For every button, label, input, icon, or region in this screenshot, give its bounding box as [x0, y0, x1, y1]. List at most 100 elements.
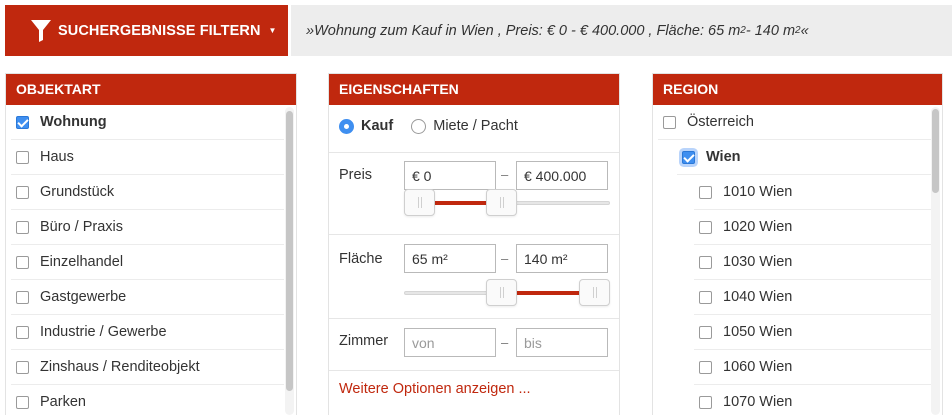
checkbox[interactable] [16, 150, 29, 164]
region-item-label: 1010 Wien [723, 184, 793, 200]
flaeche-slider-max-handle[interactable] [579, 279, 610, 306]
filter-toolbar: SUCHERGEBNISSE FILTERN ▼ »Wohnung zum Ka… [0, 0, 952, 61]
flaeche-section: Fläche 65 m² – 140 m² [329, 234, 619, 310]
checkbox[interactable] [682, 150, 695, 164]
zimmer-min-input[interactable]: von [404, 328, 496, 357]
objektart-panel: OBJEKTART Parken Zinshaus / Renditeobjekt… [5, 73, 297, 415]
region-item-1070-wien[interactable]: 1070 Wien [694, 385, 931, 415]
checkbox[interactable] [699, 360, 712, 374]
objektart-item-wohnung[interactable]: Wohnung [11, 105, 284, 140]
preis-label: Preis [339, 167, 373, 183]
checkbox[interactable] [16, 185, 29, 199]
objektart-item-label: Einzelhandel [40, 254, 124, 270]
filter-results-button[interactable]: SUCHERGEBNISSE FILTERN ▼ [5, 5, 288, 56]
summary-text-start: »Wohnung zum Kauf in Wien , Preis: € 0 -… [306, 22, 741, 39]
checkbox[interactable] [16, 290, 29, 304]
more-options-section: Weitere Optionen anzeigen ... [329, 370, 619, 415]
objektart-item-parken[interactable]: Parken [11, 385, 284, 415]
objektart-item-label: Industrie / Gewerbe [40, 324, 167, 340]
checkbox[interactable] [16, 220, 29, 234]
checkbox[interactable] [699, 395, 712, 409]
region-item-label: 1020 Wien [723, 219, 793, 235]
checkbox[interactable] [699, 255, 712, 269]
preis-max-input[interactable]: € 400.000 [516, 161, 608, 190]
objektart-item-grundstuck[interactable]: Grundstück [11, 175, 284, 210]
objektart-list: Parken Zinshaus / Renditeobjekt Industrie … [6, 105, 296, 415]
preis-slider-min-handle[interactable] [404, 189, 435, 216]
objektart-item-label: Grundstück [40, 184, 115, 200]
objektart-item-industrie-gewerbe[interactable]: Industrie / Gewerbe [11, 315, 284, 350]
checkbox[interactable] [699, 325, 712, 339]
region-item-label: 1050 Wien [723, 324, 793, 340]
flaeche-min-input[interactable]: 65 m² [404, 244, 496, 273]
radio-miete-label[interactable]: Miete / Pacht [433, 118, 518, 134]
caret-down-icon: ▼ [268, 26, 277, 35]
search-summary: »Wohnung zum Kauf in Wien , Preis: € 0 -… [291, 5, 952, 56]
more-options-link[interactable]: Weitere Optionen anzeigen ... [339, 381, 531, 397]
eigenschaften-body: Kauf Miete / Pacht Preis € 0 – € 400.000… [329, 74, 619, 415]
zimmer-section: Zimmer von – bis [329, 318, 619, 366]
objektart-item-einzelhandel[interactable]: Einzelhandel [11, 245, 284, 280]
region-panel: REGION 1070 Wien 1060 Wien 1050 Wien 1040 W… [652, 73, 943, 415]
radio-kauf[interactable] [339, 118, 354, 134]
region-scrollbar[interactable] [931, 107, 940, 415]
objektart-item-zinshaus-renditeobjekt[interactable]: Zinshaus / Renditeobjekt [11, 350, 284, 385]
objektart-item-label: Haus [40, 149, 74, 165]
objektart-scrollbar[interactable] [285, 107, 294, 415]
region-item-label: Wien [706, 149, 741, 165]
region-item-label: 1030 Wien [723, 254, 793, 270]
summary-text-mid: - 140 m [745, 22, 796, 39]
flaeche-label: Fläche [339, 251, 383, 267]
objektart-item-label: Parken [40, 394, 86, 410]
offer-type-radio-group: Kauf Miete / Pacht [339, 116, 536, 136]
preis-slider-max-handle[interactable] [486, 189, 518, 216]
objektart-header: OBJEKTART [6, 74, 296, 105]
zimmer-dash: – [501, 335, 509, 350]
funnel-icon [31, 19, 51, 42]
region-scroll-thumb[interactable] [932, 109, 939, 193]
region-item-1040-wien[interactable]: 1040 Wien [694, 280, 931, 315]
checkbox[interactable] [16, 360, 29, 374]
objektart-item-label: Zinshaus / Renditeobjekt [40, 359, 200, 375]
radio-kauf-label[interactable]: Kauf [361, 118, 393, 134]
zimmer-label: Zimmer [339, 333, 389, 349]
flaeche-dash: – [501, 251, 509, 266]
filter-button-label: SUCHERGEBNISSE FILTERN [58, 22, 261, 39]
radio-miete[interactable] [411, 118, 427, 134]
objektart-item-label: Büro / Praxis [40, 219, 123, 235]
checkbox[interactable] [699, 290, 712, 304]
checkbox[interactable] [16, 325, 29, 339]
flaeche-max-input[interactable]: 140 m² [516, 244, 608, 273]
objektart-item-buro-praxis[interactable]: Büro / Praxis [11, 210, 284, 245]
objektart-item-haus[interactable]: Haus [11, 140, 284, 175]
objektart-item-label: Wohnung [40, 114, 107, 130]
objektart-item-gastgewerbe[interactable]: Gastgewerbe [11, 280, 284, 315]
region-item-wien[interactable]: Wien [677, 140, 931, 175]
region-item-label: 1070 Wien [723, 394, 793, 410]
zimmer-max-input[interactable]: bis [516, 328, 608, 357]
checkbox[interactable] [16, 395, 29, 409]
region-item-1020-wien[interactable]: 1020 Wien [694, 210, 931, 245]
region-item-osterreich[interactable]: Österreich [658, 105, 931, 140]
preis-min-input[interactable]: € 0 [404, 161, 496, 190]
region-item-1030-wien[interactable]: 1030 Wien [694, 245, 931, 280]
checkbox[interactable] [699, 185, 712, 199]
region-list: 1070 Wien 1060 Wien 1050 Wien 1040 Wien 1030… [653, 105, 942, 415]
checkbox[interactable] [663, 115, 676, 129]
objektart-item-label: Gastgewerbe [40, 289, 127, 305]
checkbox[interactable] [16, 255, 29, 269]
checkbox[interactable] [699, 220, 712, 234]
summary-text-end: « [800, 22, 809, 39]
preis-dash: – [501, 167, 509, 182]
region-item-1060-wien[interactable]: 1060 Wien [694, 350, 931, 385]
flaeche-slider-min-handle[interactable] [486, 279, 518, 306]
region-header: REGION [653, 74, 942, 105]
checkbox[interactable] [16, 115, 29, 129]
preis-section: Preis € 0 – € 400.000 [329, 152, 619, 228]
region-item-1010-wien[interactable]: 1010 Wien [694, 175, 931, 210]
region-item-label: 1040 Wien [723, 289, 793, 305]
region-item-1050-wien[interactable]: 1050 Wien [694, 315, 931, 350]
eigenschaften-panel: EIGENSCHAFTEN Kauf Miete / Pacht Preis €… [328, 73, 620, 415]
objektart-scroll-thumb[interactable] [286, 111, 293, 391]
region-item-label: Österreich [687, 114, 754, 130]
